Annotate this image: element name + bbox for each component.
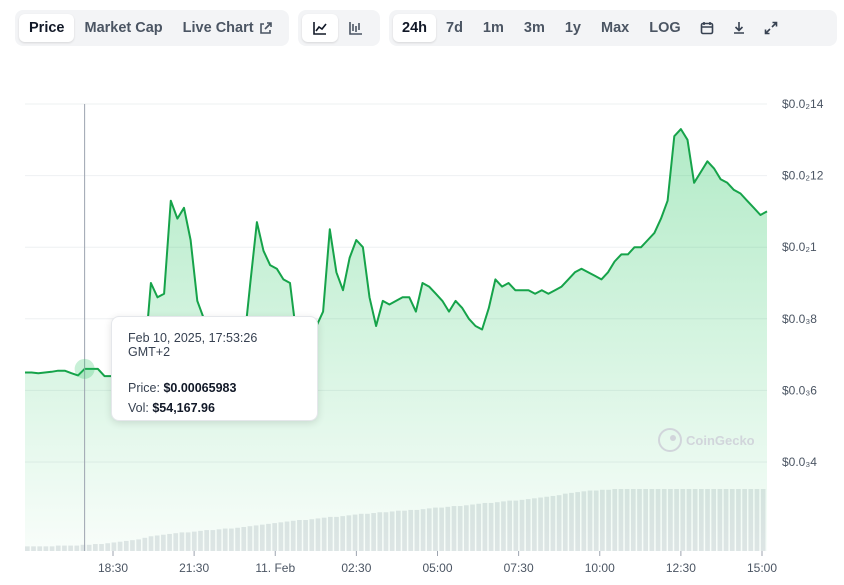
x-tick-label: 11. Feb xyxy=(255,561,295,575)
tooltip-price-label: Price: xyxy=(128,381,160,395)
price-chart[interactable]: $0.0₂14 $0.0₂12 $0.0₂1 $0.0₃8 $0.0₃6 $0.0₃4 1… xyxy=(0,0,844,585)
x-tick-label: 07:30 xyxy=(504,561,534,575)
hover-marker-halo xyxy=(74,358,95,379)
coingecko-logo-icon xyxy=(658,428,682,452)
y-axis-labels: $0.0₂14 $0.0₂12 $0.0₂1 $0.0₃8 $0.0₃6 $0.0₃4 xyxy=(782,97,824,469)
x-tick-label: 10:00 xyxy=(585,561,615,575)
tooltip-price-row: Price: $0.00065983 xyxy=(128,381,301,395)
y-tick-label: $0.0₃8 xyxy=(782,312,817,326)
y-tick-label: $0.0₂1 xyxy=(782,240,817,254)
x-tick-label: 12:30 xyxy=(666,561,696,575)
tooltip-date: Feb 10, 2025, 17:53:26 GMT+2 xyxy=(128,331,258,359)
x-tick-label: 02:30 xyxy=(341,561,371,575)
x-axis-labels: 18:30 21:30 11. Feb 02:30 05:00 07:30 10:00 12:… xyxy=(98,551,777,575)
y-tick-label: $0.0₃6 xyxy=(782,383,817,397)
y-tick-label: $0.0₂12 xyxy=(782,169,824,183)
x-tick-label: 18:30 xyxy=(98,561,128,575)
y-tick-label: $0.0₃4 xyxy=(782,455,817,469)
tooltip-volume-label: Vol: xyxy=(128,401,149,415)
x-tick-label: 05:00 xyxy=(422,561,452,575)
coingecko-watermark: CoinGecko xyxy=(658,428,755,452)
tooltip-price-value: $0.00065983 xyxy=(163,381,237,395)
tooltip-volume-row: Vol: $54,167.96 xyxy=(128,401,301,415)
x-tick-label: 15:00 xyxy=(747,561,777,575)
y-tick-label: $0.0₂14 xyxy=(782,97,824,111)
hover-tooltip: Feb 10, 2025, 17:53:26 GMT+2 Price: $0.0… xyxy=(111,316,318,421)
x-tick-label: 21:30 xyxy=(179,561,209,575)
watermark-text: CoinGecko xyxy=(686,432,755,448)
tooltip-volume-value: $54,167.96 xyxy=(152,401,215,415)
